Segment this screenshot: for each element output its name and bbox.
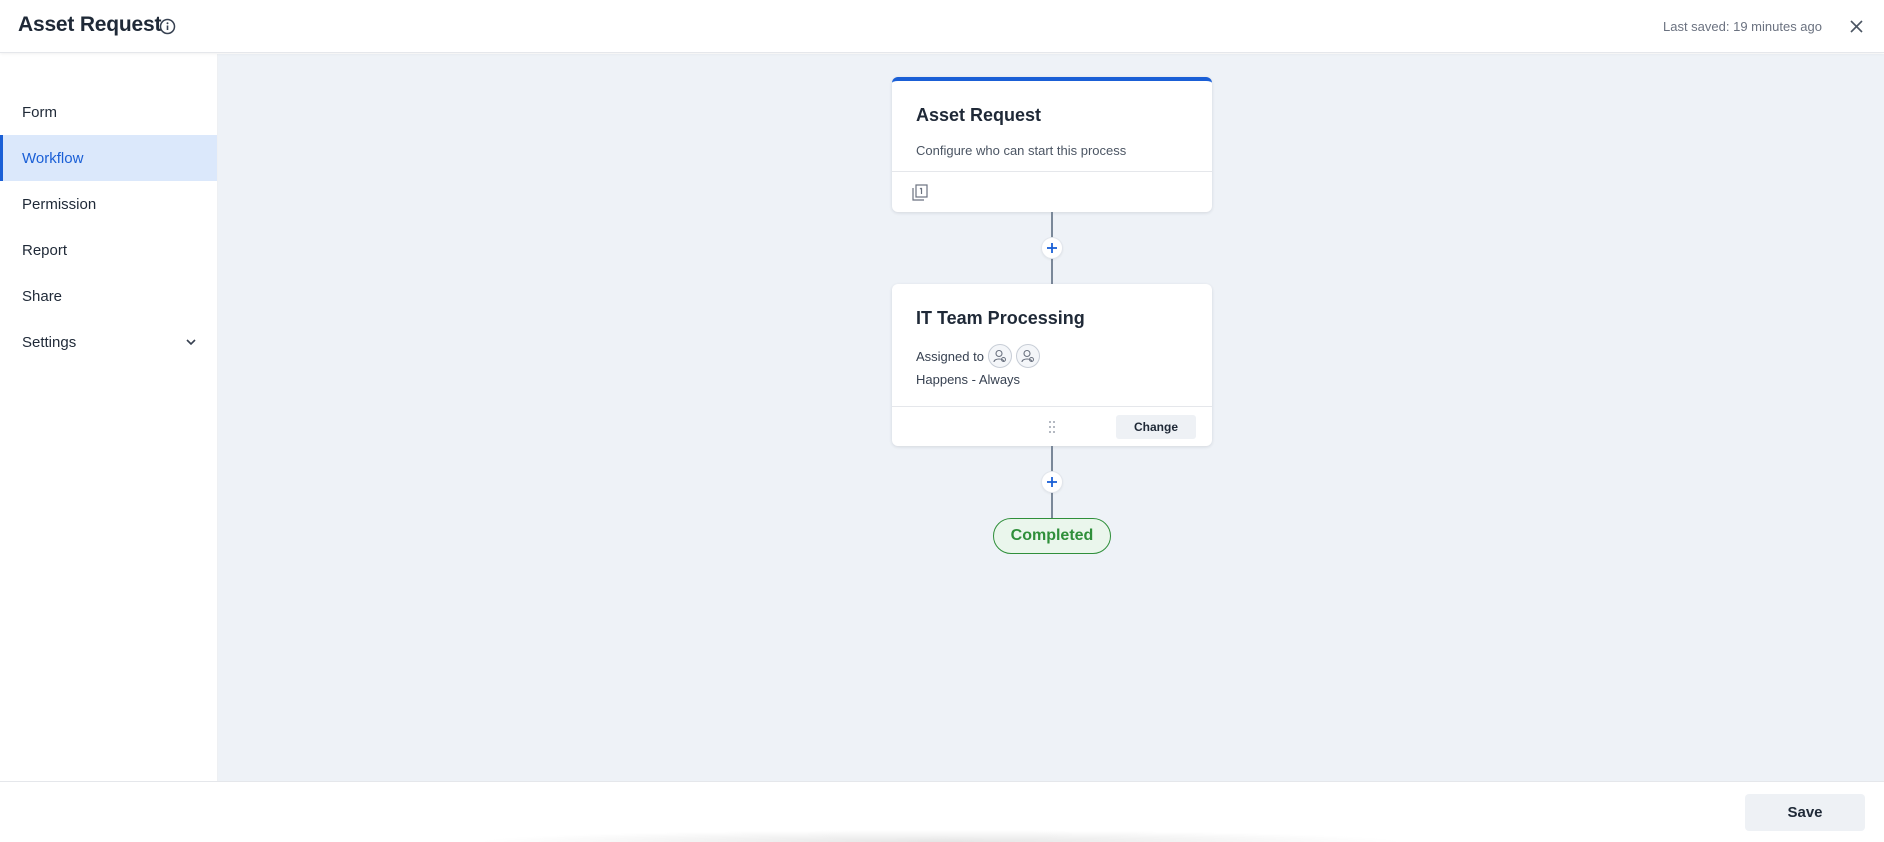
start-card-title: Asset Request <box>916 105 1042 125</box>
start-card-footer <box>892 171 1212 212</box>
sidebar-item-share[interactable]: Share <box>0 273 217 319</box>
info-circle-icon[interactable] <box>159 18 176 35</box>
plus-icon <box>1047 243 1057 253</box>
bottom-bar: Save <box>0 781 1884 842</box>
footer-shadow <box>470 830 1410 842</box>
assigned-to-label: Assigned to <box>916 348 984 364</box>
save-button[interactable]: Save <box>1745 794 1865 831</box>
sidebar-nav: Form Workflow Permission Report Share Se… <box>0 54 218 781</box>
drag-handle-icon[interactable] <box>1047 419 1057 435</box>
sidebar-item-label: Report <box>22 241 68 259</box>
workflow-canvas: Asset Request Configure who can start th… <box>218 54 1884 781</box>
start-card[interactable]: Asset Request Configure who can start th… <box>892 77 1212 212</box>
sidebar-item-label: Permission <box>22 195 97 213</box>
close-icon[interactable] <box>1849 19 1864 34</box>
sidebar-item-label: Workflow <box>22 149 84 167</box>
page-title: Asset Request <box>18 13 162 36</box>
document-icon[interactable] <box>912 184 928 201</box>
happens-condition: Happens - Always <box>916 372 1021 387</box>
last-saved-status: Last saved: 19 minutes ago <box>1663 19 1822 34</box>
step-card-title: IT Team Processing <box>916 308 1085 328</box>
change-button[interactable]: Change <box>1115 415 1196 439</box>
sidebar-item-label: Settings <box>22 333 77 351</box>
chevron-down-icon <box>186 339 196 346</box>
add-step-button[interactable] <box>1041 237 1063 259</box>
plus-icon <box>1047 477 1057 487</box>
top-bar: Asset Request Last saved: 19 minutes ago <box>0 0 1884 53</box>
sidebar-item-form[interactable]: Form <box>0 89 217 135</box>
add-step-button[interactable] <box>1041 471 1063 493</box>
start-card-description: Configure who can start this process <box>916 143 1127 158</box>
user-group-icon[interactable] <box>1015 344 1040 368</box>
sidebar-item-label: Share <box>22 287 63 305</box>
user-group-icon[interactable] <box>987 344 1012 368</box>
completed-end-node: Completed <box>993 518 1111 554</box>
sidebar-item-label: Form <box>22 103 57 121</box>
sidebar-item-workflow[interactable]: Workflow <box>0 135 217 181</box>
step-card[interactable]: IT Team Processing Assigned to Happens -… <box>892 284 1212 446</box>
sidebar-item-permission[interactable]: Permission <box>0 181 217 227</box>
sidebar-item-report[interactable]: Report <box>0 227 217 273</box>
sidebar-item-settings[interactable]: Settings <box>0 319 217 365</box>
step-card-footer: Change <box>892 406 1212 446</box>
assigned-to-row: Assigned to <box>916 344 1040 368</box>
